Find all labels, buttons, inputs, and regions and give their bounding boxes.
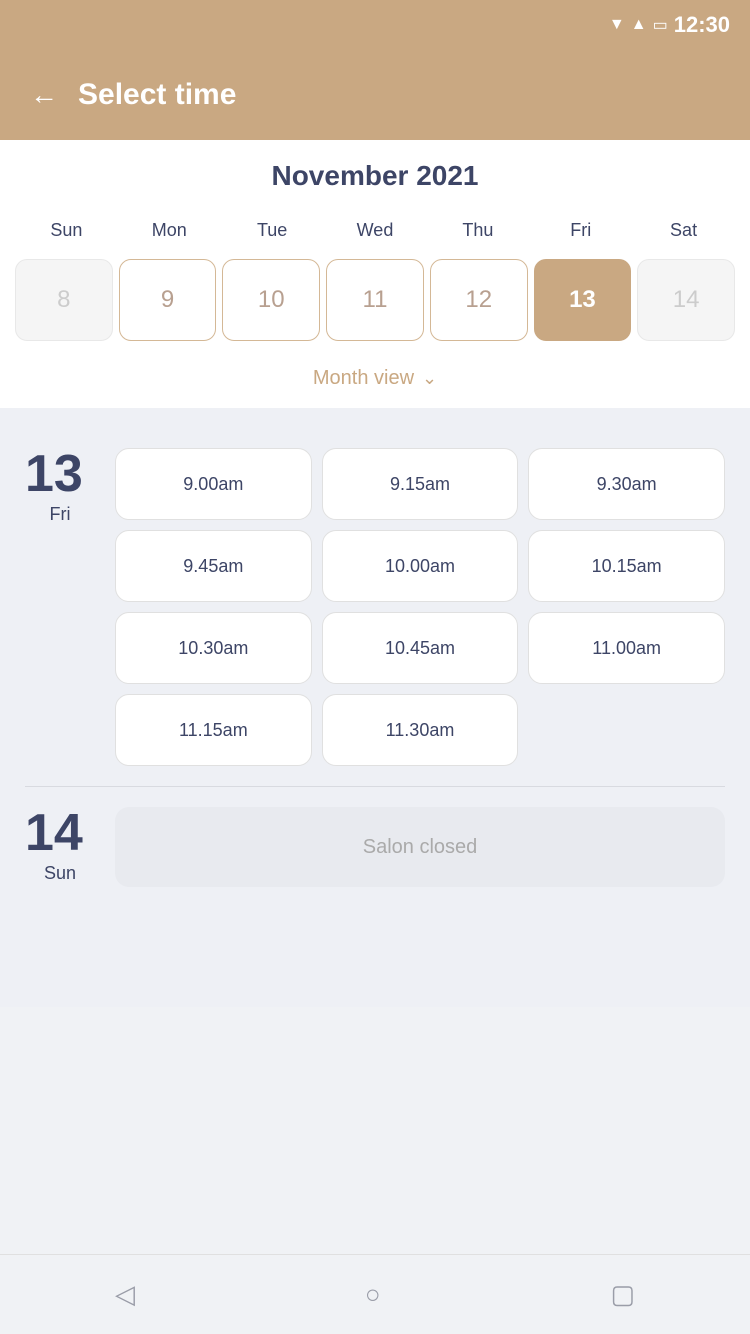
day-name-14: Sun bbox=[25, 863, 95, 884]
slot-9-00am[interactable]: 9.00am bbox=[115, 448, 312, 520]
month-view-label: Month view bbox=[313, 367, 414, 390]
home-nav-icon[interactable]: ○ bbox=[365, 1279, 381, 1310]
day-11[interactable]: 11 bbox=[326, 259, 424, 341]
day-label-13: 13 Fri bbox=[25, 448, 95, 766]
day-header-fri: Fri bbox=[529, 212, 632, 249]
day-14: 14 bbox=[637, 259, 735, 341]
week-row: 8 9 10 11 12 13 14 bbox=[15, 259, 735, 341]
page-title: Select time bbox=[78, 78, 236, 112]
back-button[interactable]: ← bbox=[30, 79, 58, 111]
header: ← Select time bbox=[0, 50, 750, 140]
day-section-14: 14 Sun Salon closed bbox=[25, 787, 725, 907]
status-bar: ▼ ▲ ▭ 12:30 bbox=[0, 0, 750, 50]
day-label-14: 14 Sun bbox=[25, 807, 95, 887]
calendar-section: November 2021 Sun Mon Tue Wed Thu Fri Sa… bbox=[0, 140, 750, 408]
status-time: 12:30 bbox=[674, 12, 730, 38]
signal-icon: ▲ bbox=[631, 16, 647, 34]
slot-10-00am[interactable]: 10.00am bbox=[322, 530, 519, 602]
day-headers: Sun Mon Tue Wed Thu Fri Sat bbox=[15, 212, 735, 249]
wifi-icon: ▼ bbox=[609, 16, 625, 34]
day-number-13: 13 bbox=[25, 448, 95, 500]
day-13[interactable]: 13 bbox=[534, 259, 632, 341]
day-number-14: 14 bbox=[25, 807, 95, 859]
slots-section: 13 Fri 9.00am 9.15am 9.30am 9.45am 10.00… bbox=[0, 408, 750, 1007]
slot-9-30am[interactable]: 9.30am bbox=[528, 448, 725, 520]
day-header-mon: Mon bbox=[118, 212, 221, 249]
slot-9-15am[interactable]: 9.15am bbox=[322, 448, 519, 520]
slot-10-30am[interactable]: 10.30am bbox=[115, 612, 312, 684]
day-section-13: 13 Fri 9.00am 9.15am 9.30am 9.45am 10.00… bbox=[25, 428, 725, 786]
slot-11-15am[interactable]: 11.15am bbox=[115, 694, 312, 766]
bottom-nav: ◁ ○ ▢ bbox=[0, 1254, 750, 1334]
month-view-toggle[interactable]: Month view ⌄ bbox=[15, 353, 735, 408]
status-icons: ▼ ▲ ▭ 12:30 bbox=[609, 12, 730, 38]
recent-nav-icon[interactable]: ▢ bbox=[610, 1279, 635, 1310]
chevron-down-icon: ⌄ bbox=[422, 368, 437, 389]
slot-11-30am[interactable]: 11.30am bbox=[322, 694, 519, 766]
day-12[interactable]: 12 bbox=[430, 259, 528, 341]
salon-closed: Salon closed bbox=[115, 807, 725, 887]
battery-icon: ▭ bbox=[653, 15, 668, 35]
day-9[interactable]: 9 bbox=[119, 259, 217, 341]
day-name-13: Fri bbox=[25, 504, 95, 525]
day-header-tue: Tue bbox=[221, 212, 324, 249]
slot-11-00am[interactable]: 11.00am bbox=[528, 612, 725, 684]
back-nav-icon[interactable]: ◁ bbox=[115, 1279, 135, 1310]
day-header-sat: Sat bbox=[632, 212, 735, 249]
day-header-thu: Thu bbox=[426, 212, 529, 249]
day-header-wed: Wed bbox=[324, 212, 427, 249]
slot-9-45am[interactable]: 9.45am bbox=[115, 530, 312, 602]
month-title: November 2021 bbox=[15, 160, 735, 192]
day-header-sun: Sun bbox=[15, 212, 118, 249]
day-10[interactable]: 10 bbox=[222, 259, 320, 341]
slot-10-45am[interactable]: 10.45am bbox=[322, 612, 519, 684]
slots-grid-13: 9.00am 9.15am 9.30am 9.45am 10.00am 10.1… bbox=[115, 448, 725, 766]
slot-10-15am[interactable]: 10.15am bbox=[528, 530, 725, 602]
day-8: 8 bbox=[15, 259, 113, 341]
